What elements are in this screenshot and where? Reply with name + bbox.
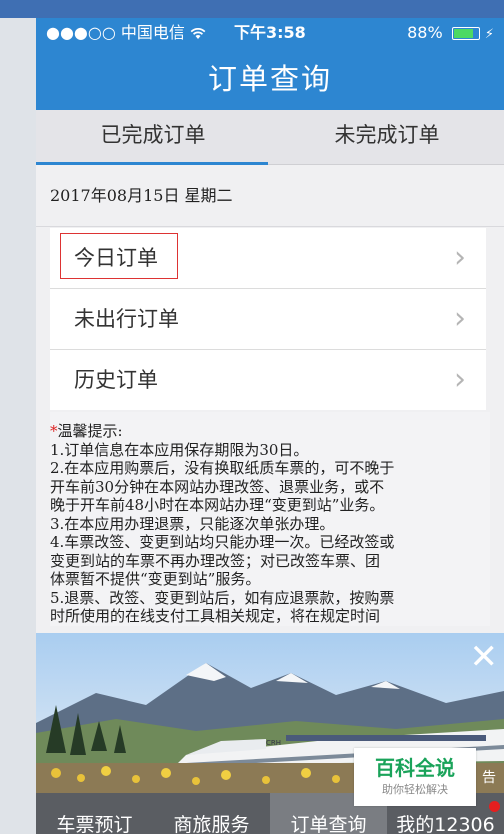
battery-percent: 88%	[407, 23, 443, 42]
tips-notice: *温馨提示: 1.订单信息在本应用保存期限为30日。 2.在本应用购票后，没有换…	[50, 412, 490, 626]
notice-line: 变更到站的车票不再办理改签；对已改签车票、团	[50, 551, 381, 570]
battery-fill	[453, 29, 474, 38]
tab-label: 我的12306	[396, 814, 495, 834]
watermark-title: 百科全说	[375, 756, 455, 780]
notice-line: 时所使用的在线支付工具相关规定，将在规定时间	[50, 607, 381, 625]
notice-line: 体票暂不提供“变更到站”服务。	[50, 570, 261, 588]
menu-item-upcoming-orders[interactable]: 未出行订单 ›	[50, 289, 486, 350]
watermark-badge: 百科全说 助你轻松解决	[354, 748, 476, 806]
tab-pending-orders[interactable]: 未完成订单	[270, 110, 504, 164]
status-time: 下午3:58	[234, 23, 306, 42]
notification-dot	[489, 801, 500, 812]
menu-item-history-orders[interactable]: 历史订单 ›	[50, 350, 486, 410]
battery-icon	[451, 27, 480, 40]
ad-tag: 告	[482, 770, 496, 786]
app-header: ●●●○○ 中国电信 下午3:58 88% ⚡ 订单查询	[36, 18, 504, 110]
tab-completed-orders[interactable]: 已完成订单	[36, 110, 270, 164]
notice-line: 1.订单信息在本应用保存期限为30日。	[50, 440, 309, 459]
order-tabs: 已完成订单 未完成订单	[36, 110, 504, 165]
notice-heading-text: 温馨提示:	[57, 422, 123, 440]
charging-icon: ⚡	[484, 27, 494, 42]
train-logo: CRH	[266, 739, 281, 747]
notice-line: 开车前30分钟在本网站办理改签、退票业务，或不	[50, 477, 385, 496]
menu-item-today-orders[interactable]: 今日订单 ›	[50, 228, 486, 289]
watermark-subtitle: 助你轻松解决	[382, 783, 448, 796]
tab-ticket-booking[interactable]: 车票预订	[36, 793, 153, 834]
phone-screen: ●●●○○ 中国电信 下午3:58 88% ⚡ 订单查询 已完成订单 未完成订单…	[36, 18, 504, 834]
menu-item-label: 历史订单	[74, 368, 158, 392]
chevron-right-icon: ›	[454, 362, 466, 397]
page-title: 订单查询	[207, 62, 332, 96]
chevron-right-icon: ›	[454, 301, 466, 336]
order-menu: 今日订单 › 未出行订单 › 历史订单 ›	[50, 228, 486, 410]
highlight-box	[60, 233, 178, 279]
tab-business-travel[interactable]: 商旅服务	[153, 793, 270, 834]
notice-line: 4.车票改签、变更到站均只能办理一次。已经改签或	[50, 533, 395, 551]
notice-line: 5.退票、改签、变更到站后，如有应退票款，按购票	[50, 588, 395, 607]
chevron-right-icon: ›	[454, 240, 466, 275]
menu-item-label: 未出行订单	[74, 307, 179, 331]
close-icon[interactable]: ✕	[470, 637, 499, 677]
notice-heading: *温馨提示:	[50, 422, 490, 441]
status-bar: ●●●○○ 中国电信 下午3:58 88% ⚡	[36, 18, 504, 48]
required-asterisk: *	[50, 422, 58, 440]
top-strip	[0, 0, 504, 18]
battery-indicator: 88% ⚡	[407, 18, 494, 50]
notice-line: 2.在本应用购票后，没有换取纸质车票的，可不晚于	[50, 459, 395, 477]
notice-line: 3.在本应用办理退票，只能逐次单张办理。	[50, 514, 335, 533]
current-date: 2017年08月15日 星期二	[36, 165, 504, 227]
carrier-signal: ●●●○○ 中国电信	[46, 18, 206, 48]
wifi-icon	[190, 27, 206, 39]
notice-line: 晚于开车前48小时在本网站办理“变更到站”业务。	[50, 496, 385, 514]
